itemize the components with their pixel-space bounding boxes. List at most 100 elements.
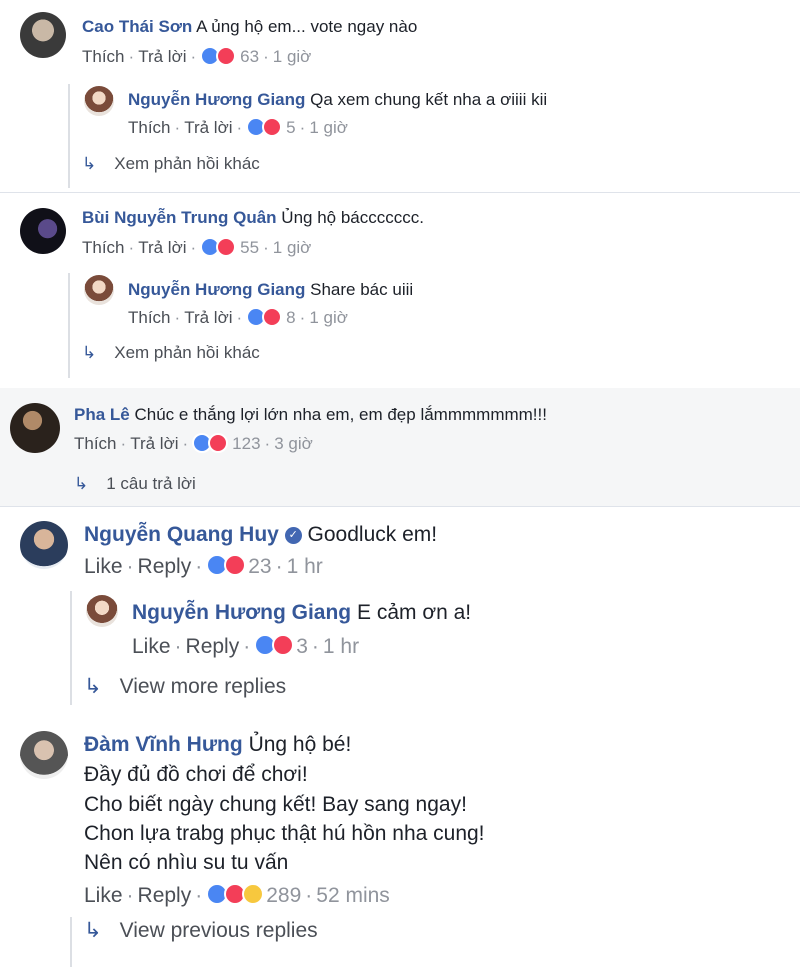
view-more-replies-link[interactable]: ↳ View more replies: [84, 674, 286, 699]
reaction-icons[interactable]: [246, 306, 286, 327]
timestamp[interactable]: 3 giờ: [274, 434, 313, 453]
reply-thread-line: [70, 917, 72, 967]
reaction-icons[interactable]: [206, 554, 248, 577]
timestamp[interactable]: 52 mins: [316, 884, 390, 907]
reply-arrow-icon: ↳: [84, 675, 102, 698]
like-button[interactable]: Thích: [82, 47, 125, 66]
timestamp[interactable]: 1 hr: [323, 635, 359, 658]
commenter-name[interactable]: Nguyễn Hương Giang: [132, 601, 351, 624]
love-reaction-icon: [262, 116, 283, 137]
commenter-name[interactable]: Pha Lê: [74, 405, 130, 424]
reaction-icons[interactable]: [206, 883, 266, 906]
haha-reaction-icon: [242, 883, 265, 906]
reply-arrow-icon: ↳: [82, 343, 97, 362]
reply-button[interactable]: Reply: [138, 555, 192, 578]
avatar[interactable]: [84, 275, 114, 305]
timestamp[interactable]: 1 giờ: [309, 308, 348, 327]
separator: ·: [263, 47, 269, 66]
comment-text: A ủng hộ em... vote ngay nào: [196, 17, 418, 36]
commenter-name[interactable]: Nguyễn Hương Giang: [128, 280, 305, 299]
verified-badge-icon: ✓: [284, 526, 302, 544]
comment-actions: Thích · Trả lời · 5 · 1 giờ: [128, 116, 348, 139]
reaction-count: 63: [240, 47, 260, 66]
reply-button[interactable]: Trả lời: [130, 434, 178, 453]
timestamp[interactable]: 1 giờ: [273, 238, 312, 257]
comment-actions: Thích · Trả lời · 55 · 1 giờ: [82, 236, 312, 259]
view-more-replies-link[interactable]: ↳ Xem phản hồi khác: [82, 154, 260, 174]
avatar[interactable]: [20, 12, 66, 58]
reaction-count: 55: [240, 238, 260, 257]
avatar[interactable]: [20, 731, 68, 779]
comment-nguyen-quang-huy: Nguyễn Quang Huy ✓ Goodluck em! Like · Rep…: [0, 507, 800, 707]
avatar[interactable]: [84, 86, 114, 116]
comment-text-line: Nên có nhìu su tu vấn: [84, 851, 289, 874]
like-button[interactable]: Like: [84, 884, 123, 907]
avatar[interactable]: [20, 208, 66, 254]
separator: ·: [126, 555, 134, 578]
reaction-icons[interactable]: [200, 236, 240, 257]
reaction-count: 23: [248, 555, 272, 578]
comment-actions: Thích · Trả lời · 123 · 3 giờ: [74, 432, 313, 455]
comment-actions: Thích · Trả lời · 8 · 1 giờ: [128, 306, 348, 329]
reply-button[interactable]: Reply: [138, 884, 192, 907]
reply-thread-line: [68, 84, 70, 188]
commenter-name[interactable]: Đàm Vĩnh Hưng: [84, 733, 243, 756]
more-replies-label: View more replies: [119, 675, 287, 698]
more-replies-label: 1 câu trả lời: [106, 474, 196, 493]
comment-actions: Like · Reply · 23 · 1 hr: [84, 554, 323, 579]
timestamp[interactable]: 1 hr: [287, 555, 323, 578]
avatar[interactable]: [86, 595, 118, 627]
timestamp[interactable]: 1 giờ: [309, 118, 348, 137]
separator: ·: [128, 47, 135, 66]
view-more-replies-link[interactable]: ↳ 1 câu trả lời: [74, 474, 196, 494]
comment-text: E cảm ơn a!: [356, 601, 472, 624]
reaction-count: 123: [232, 434, 261, 453]
like-button[interactable]: Thích: [128, 118, 171, 137]
reaction-icons[interactable]: [200, 45, 240, 66]
separator: ·: [120, 434, 127, 453]
comment-cao-thai-son: Cao Thái Sơn A ủng hộ em... vote ngay nà…: [0, 0, 800, 190]
separator: ·: [299, 308, 306, 327]
reaction-icons[interactable]: [254, 634, 296, 657]
separator: ·: [236, 308, 243, 327]
commenter-name[interactable]: Cao Thái Sơn: [82, 17, 192, 36]
reaction-count: 5: [286, 118, 296, 137]
separator: ·: [182, 434, 189, 453]
separator: ·: [190, 47, 197, 66]
reaction-icons[interactable]: [246, 116, 286, 137]
like-button[interactable]: Thích: [82, 238, 125, 257]
reply-button[interactable]: Trả lời: [184, 308, 232, 327]
commenter-name[interactable]: Nguyễn Hương Giang: [128, 90, 305, 109]
comment-actions: Thích · Trả lời · 63 · 1 giờ: [82, 45, 312, 68]
reply-button[interactable]: Trả lời: [184, 118, 232, 137]
commenter-name[interactable]: Nguyễn Quang Huy: [84, 523, 279, 546]
reply-button[interactable]: Trả lời: [138, 47, 186, 66]
comment-text: Share bác uiii: [310, 280, 414, 299]
love-reaction-icon: [216, 236, 237, 257]
comment-actions: Like · Reply · 289 · 52 mins: [84, 883, 390, 908]
more-replies-label: Xem phản hồi khác: [114, 154, 260, 173]
comment-actions: Like · Reply · 3 · 1 hr: [132, 634, 359, 659]
like-button[interactable]: Like: [132, 635, 171, 658]
love-reaction-icon: [262, 306, 283, 327]
reaction-icons[interactable]: [192, 432, 232, 453]
avatar[interactable]: [20, 521, 68, 569]
like-button[interactable]: Thích: [74, 434, 117, 453]
like-button[interactable]: Thích: [128, 308, 171, 327]
reaction-count: 3: [296, 635, 308, 658]
view-previous-replies-link[interactable]: ↳ View previous replies: [84, 918, 318, 943]
separator: ·: [263, 238, 269, 257]
like-button[interactable]: Like: [84, 555, 123, 578]
love-reaction-icon: [272, 634, 295, 657]
reply-button[interactable]: Reply: [186, 635, 240, 658]
reply-button[interactable]: Trả lời: [138, 238, 186, 257]
commenter-name[interactable]: Bùi Nguyễn Trung Quân: [82, 208, 277, 227]
separator: ·: [190, 238, 197, 257]
avatar[interactable]: [10, 403, 60, 453]
separator: ·: [128, 238, 135, 257]
separator: ·: [195, 555, 203, 578]
timestamp[interactable]: 1 giờ: [273, 47, 312, 66]
more-replies-label: Xem phản hồi khác: [114, 343, 260, 362]
comment-text-line: Đầy đủ đồ chơi để chơi!: [84, 763, 308, 786]
view-more-replies-link[interactable]: ↳ Xem phản hồi khác: [82, 343, 260, 363]
